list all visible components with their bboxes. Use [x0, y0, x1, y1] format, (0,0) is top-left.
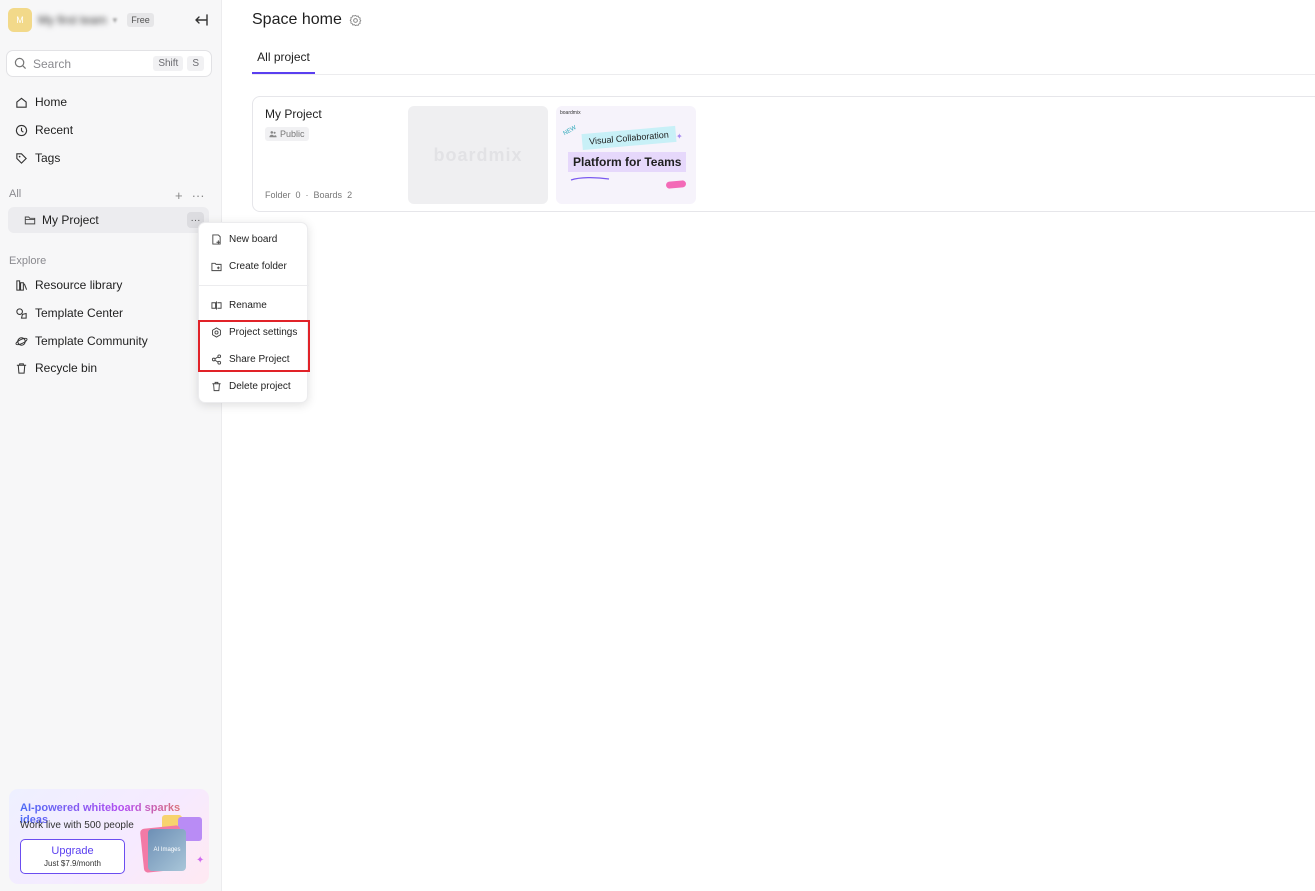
upgrade-promo: AI-powered whiteboard sparks ideas Work …: [9, 789, 209, 884]
team-avatar: M: [8, 8, 32, 32]
sidebar-item-my-project[interactable]: My Project ···: [8, 207, 209, 233]
upgrade-button[interactable]: Upgrade Just $7.9/month: [20, 839, 125, 874]
more-icon[interactable]: ···: [192, 188, 205, 203]
squiggle-decoration: [570, 177, 610, 181]
menu-item-label: Delete project: [229, 380, 291, 392]
chevron-down-icon: ▾: [112, 14, 118, 25]
upgrade-price: Just $7.9/month: [44, 859, 101, 868]
visibility-label: Public: [280, 129, 305, 139]
shortcut-key-s: S: [187, 56, 204, 71]
tab-divider: [252, 74, 1315, 75]
rename-icon: [211, 300, 222, 310]
shortcut-key-shift: Shift: [153, 56, 184, 71]
new-board-icon: [212, 233, 221, 245]
folder-icon: [24, 216, 36, 225]
sidebar-item-label: Template Community: [35, 334, 148, 348]
sidebar-item-tags[interactable]: Tags: [8, 145, 213, 171]
meta-separator: ·: [305, 190, 309, 200]
add-icon[interactable]: +: [175, 188, 183, 203]
thumb-line-2: Platform for Teams: [568, 152, 687, 172]
thumb-line-1: Visual Collaboration: [581, 125, 677, 151]
sidebar-item-label: Tags: [35, 151, 61, 165]
template-icon: [16, 307, 27, 319]
board-thumbnail-1[interactable]: boardmix: [408, 106, 548, 204]
menu-item-label: Rename: [229, 299, 267, 311]
page-title-text: Space home: [252, 11, 342, 28]
board-thumbnail-2[interactable]: boardmix NEW Visual Collaboration Platfo…: [556, 106, 696, 204]
plan-badge: Free: [127, 13, 154, 27]
clock-icon: [15, 124, 28, 136]
team-name: My first team: [38, 13, 107, 27]
menu-item-delete-project[interactable]: Delete project: [199, 374, 309, 398]
trash-icon: [16, 362, 27, 374]
ai-images-card: AI Images: [148, 829, 186, 871]
project-name: My Project: [42, 213, 99, 227]
upgrade-label: Upgrade: [51, 845, 94, 857]
tab-all-project[interactable]: All project: [252, 50, 315, 74]
new-tag: NEW: [562, 124, 578, 138]
sidebar-item-label: Recent: [35, 123, 74, 137]
settings-icon[interactable]: [349, 14, 362, 27]
visibility-badge: Public: [265, 127, 309, 141]
boards-count: 2: [347, 190, 353, 200]
annotation-highlight-box: [198, 320, 310, 372]
menu-item-label: Create folder: [229, 260, 287, 272]
sidebar-item-label: Home: [35, 95, 68, 109]
promo-illustration: AI Images ✦: [139, 815, 206, 875]
collapse-sidebar-icon[interactable]: [192, 11, 210, 29]
home-icon: [16, 97, 27, 108]
boards-label: Boards: [313, 190, 343, 200]
sidebar-item-home[interactable]: Home: [8, 89, 213, 115]
search-placeholder: Search: [33, 56, 72, 71]
sidebar-item-resource-library[interactable]: Resource library: [8, 272, 213, 298]
sidebar-item-label: Resource library: [35, 278, 123, 292]
menu-divider: [199, 285, 309, 286]
section-actions: + ···: [175, 188, 205, 203]
sidebar-item-recycle-bin[interactable]: Recycle bin: [8, 355, 213, 381]
folder-count: 0: [295, 190, 301, 200]
sparkle-decoration: ✦: [676, 132, 683, 141]
promo-subtitle: Work live with 500 people: [20, 820, 134, 831]
thumb-brand: boardmix: [560, 110, 581, 116]
tag-icon: [16, 152, 27, 164]
sidebar-item-template-center[interactable]: Template Center: [8, 300, 213, 326]
menu-item-label: New board: [229, 233, 278, 245]
people-icon: [269, 131, 277, 138]
pink-tag-decoration: [665, 180, 687, 189]
page-title: Space home: [252, 11, 362, 29]
card-meta: Folder 0 · Boards 2: [265, 190, 352, 200]
search-icon: [14, 57, 27, 70]
section-label-all: All: [9, 188, 22, 200]
sidebar: M My first team ▾ Free Search Shift S Ho…: [0, 0, 222, 891]
folder-label: Folder: [265, 190, 291, 200]
trash-icon: [212, 381, 221, 391]
section-label-explore: Explore: [9, 255, 47, 267]
project-card[interactable]: My Project Public Folder 0 · Boards 2 bo…: [252, 96, 1315, 212]
menu-item-new-board[interactable]: New board: [199, 227, 309, 251]
menu-item-rename[interactable]: Rename: [199, 293, 309, 317]
team-switcher[interactable]: M My first team ▾ Free: [8, 8, 154, 32]
sidebar-item-template-community[interactable]: Template Community: [8, 328, 213, 354]
search-input[interactable]: Search Shift S: [6, 50, 212, 77]
card-title: My Project: [265, 107, 322, 121]
project-context-menu: New board Create folder Rename Project s…: [198, 222, 309, 403]
sidebar-item-recent[interactable]: Recent: [8, 117, 213, 143]
sidebar-item-label: Recycle bin: [35, 361, 98, 375]
create-folder-icon: [211, 262, 222, 271]
planet-icon: [15, 336, 28, 346]
library-icon: [16, 279, 28, 291]
sidebar-item-label: Template Center: [35, 306, 124, 320]
menu-item-create-folder[interactable]: Create folder: [199, 254, 309, 278]
